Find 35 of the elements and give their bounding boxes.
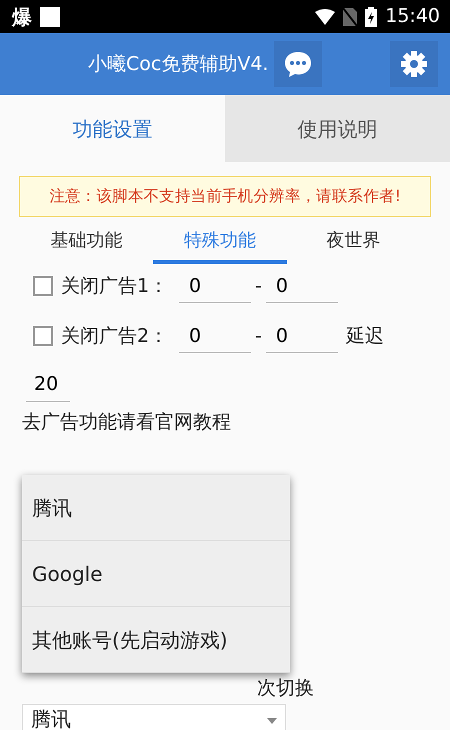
dropdown-option[interactable]: Google (22, 541, 290, 607)
input-field[interactable]: 0 (179, 270, 251, 303)
chat-icon (283, 50, 314, 78)
input-field[interactable]: 0 (266, 320, 338, 353)
dropdown-option[interactable]: 其他账号(先启动游戏) (22, 607, 290, 673)
checkbox-label: 关闭广告1： (61, 274, 170, 299)
suffix-text: 延迟 (346, 324, 384, 349)
notification-icon (40, 6, 60, 26)
app-title: 小曦Coc免费辅助V4. (88, 52, 268, 77)
dropdown-option[interactable]: 腾讯 (22, 475, 290, 541)
dash-text: - (255, 274, 262, 299)
app-notification-icon: 爆 (12, 2, 32, 32)
input-field[interactable]: 20 (26, 368, 70, 402)
chat-button[interactable] (274, 41, 322, 87)
hint-text: 去广告功能请看官网教程 (22, 410, 232, 435)
checkbox[interactable] (33, 326, 53, 346)
input-field[interactable]: 0 (266, 270, 338, 303)
no-sim-icon (343, 8, 358, 26)
sub-tab[interactable]: 夜世界 (286, 221, 420, 264)
settings-icon (400, 50, 428, 78)
settings-button[interactable] (390, 41, 438, 87)
checkbox-label: 关闭广告2： (61, 324, 170, 349)
caret-icon (267, 718, 277, 724)
suffix-text: 次切换 (257, 676, 314, 702)
warning-banner: 注意：该脚本不支持当前手机分辨率，请联系作者! (19, 176, 431, 218)
dash-text: - (255, 324, 262, 349)
wifi-icon (315, 8, 336, 24)
sub-tab[interactable]: 基础功能 (20, 221, 154, 264)
battery-icon (365, 6, 378, 26)
sub-tab[interactable]: 特殊功能 (153, 221, 287, 264)
clock-text: 15:40 (385, 4, 440, 30)
account-select[interactable]: 腾讯 (22, 704, 286, 730)
tab[interactable]: 使用说明 (225, 95, 450, 162)
checkbox[interactable] (33, 276, 53, 296)
input-field[interactable]: 0 (179, 320, 251, 353)
